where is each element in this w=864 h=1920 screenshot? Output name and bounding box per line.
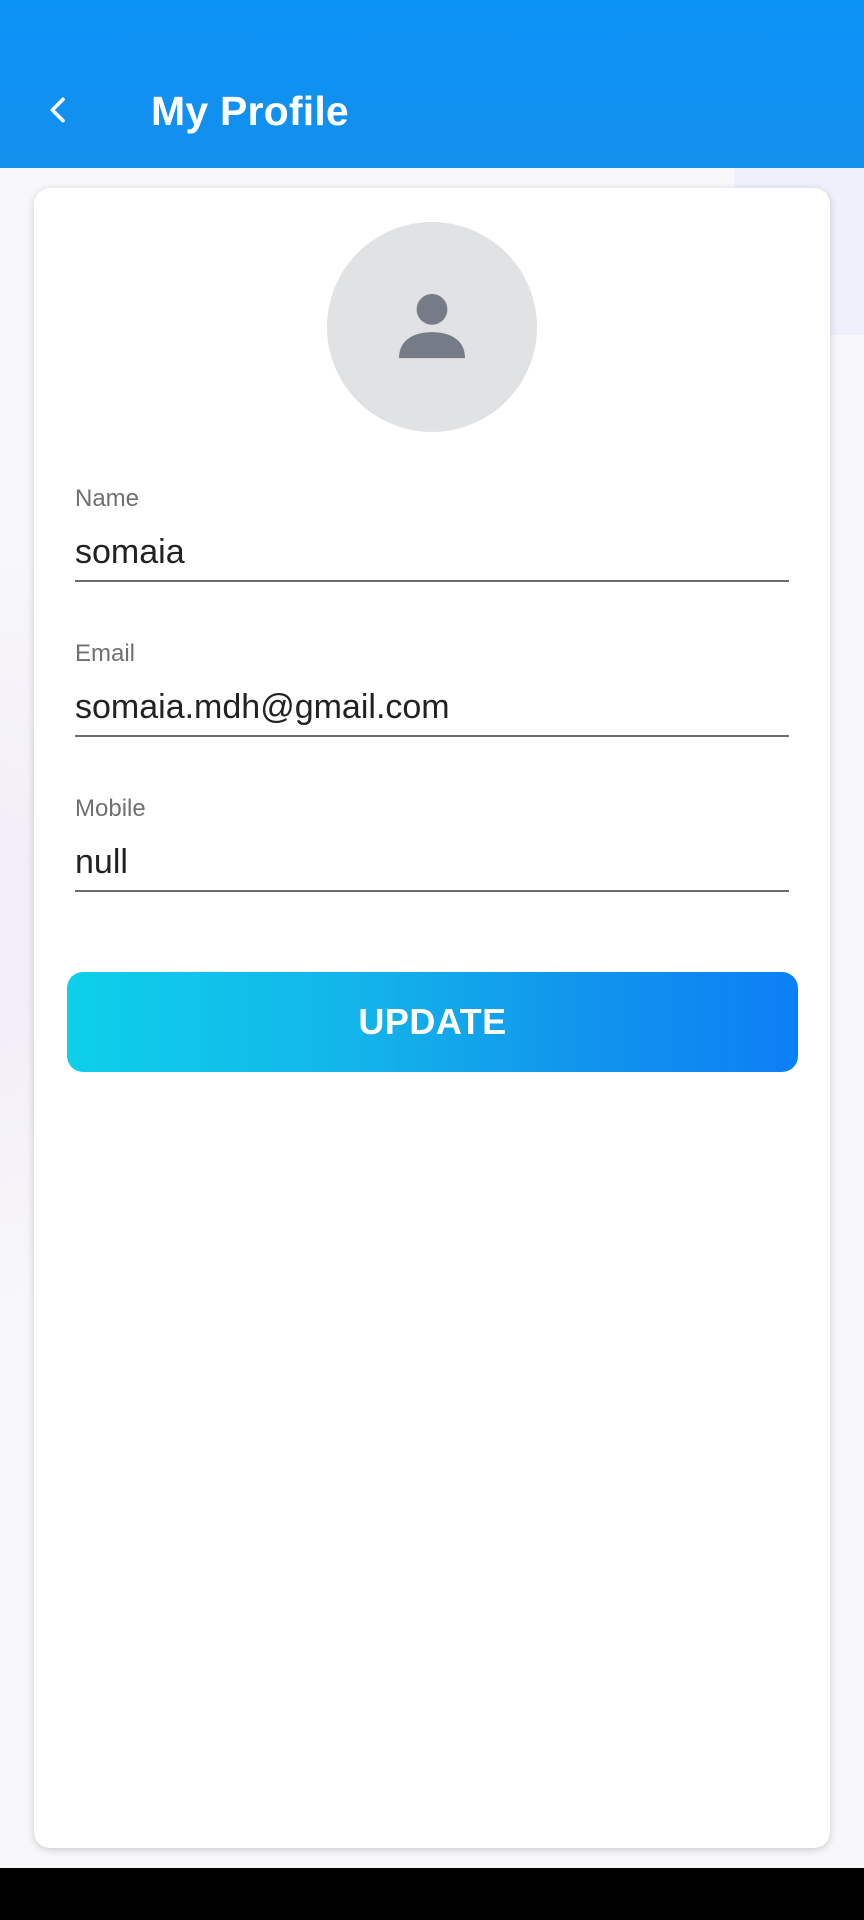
profile-card: Name Email Mobile UPDATE [34,188,830,1848]
email-field: Email [75,639,789,737]
mobile-field: Mobile [75,794,789,892]
mobile-label: Mobile [75,795,146,822]
back-button[interactable] [28,80,88,140]
mobile-underline [75,890,789,892]
name-field: Name [75,484,789,582]
name-underline [75,580,789,582]
email-underline [75,735,789,737]
email-input[interactable] [75,685,789,729]
name-input[interactable] [75,530,789,574]
update-button[interactable]: UPDATE [67,972,798,1072]
profile-screen: My Profile Name Email Mobile UPDATE [0,0,864,1920]
person-icon [399,294,465,359]
email-label: Email [75,640,136,667]
avatar[interactable] [327,222,537,432]
mobile-input[interactable] [75,840,789,884]
app-bar: My Profile [0,0,864,168]
chevron-left-icon [50,97,65,123]
name-label: Name [75,485,140,512]
page-title: My Profile [151,88,349,134]
system-navigation-bar [0,1868,864,1920]
